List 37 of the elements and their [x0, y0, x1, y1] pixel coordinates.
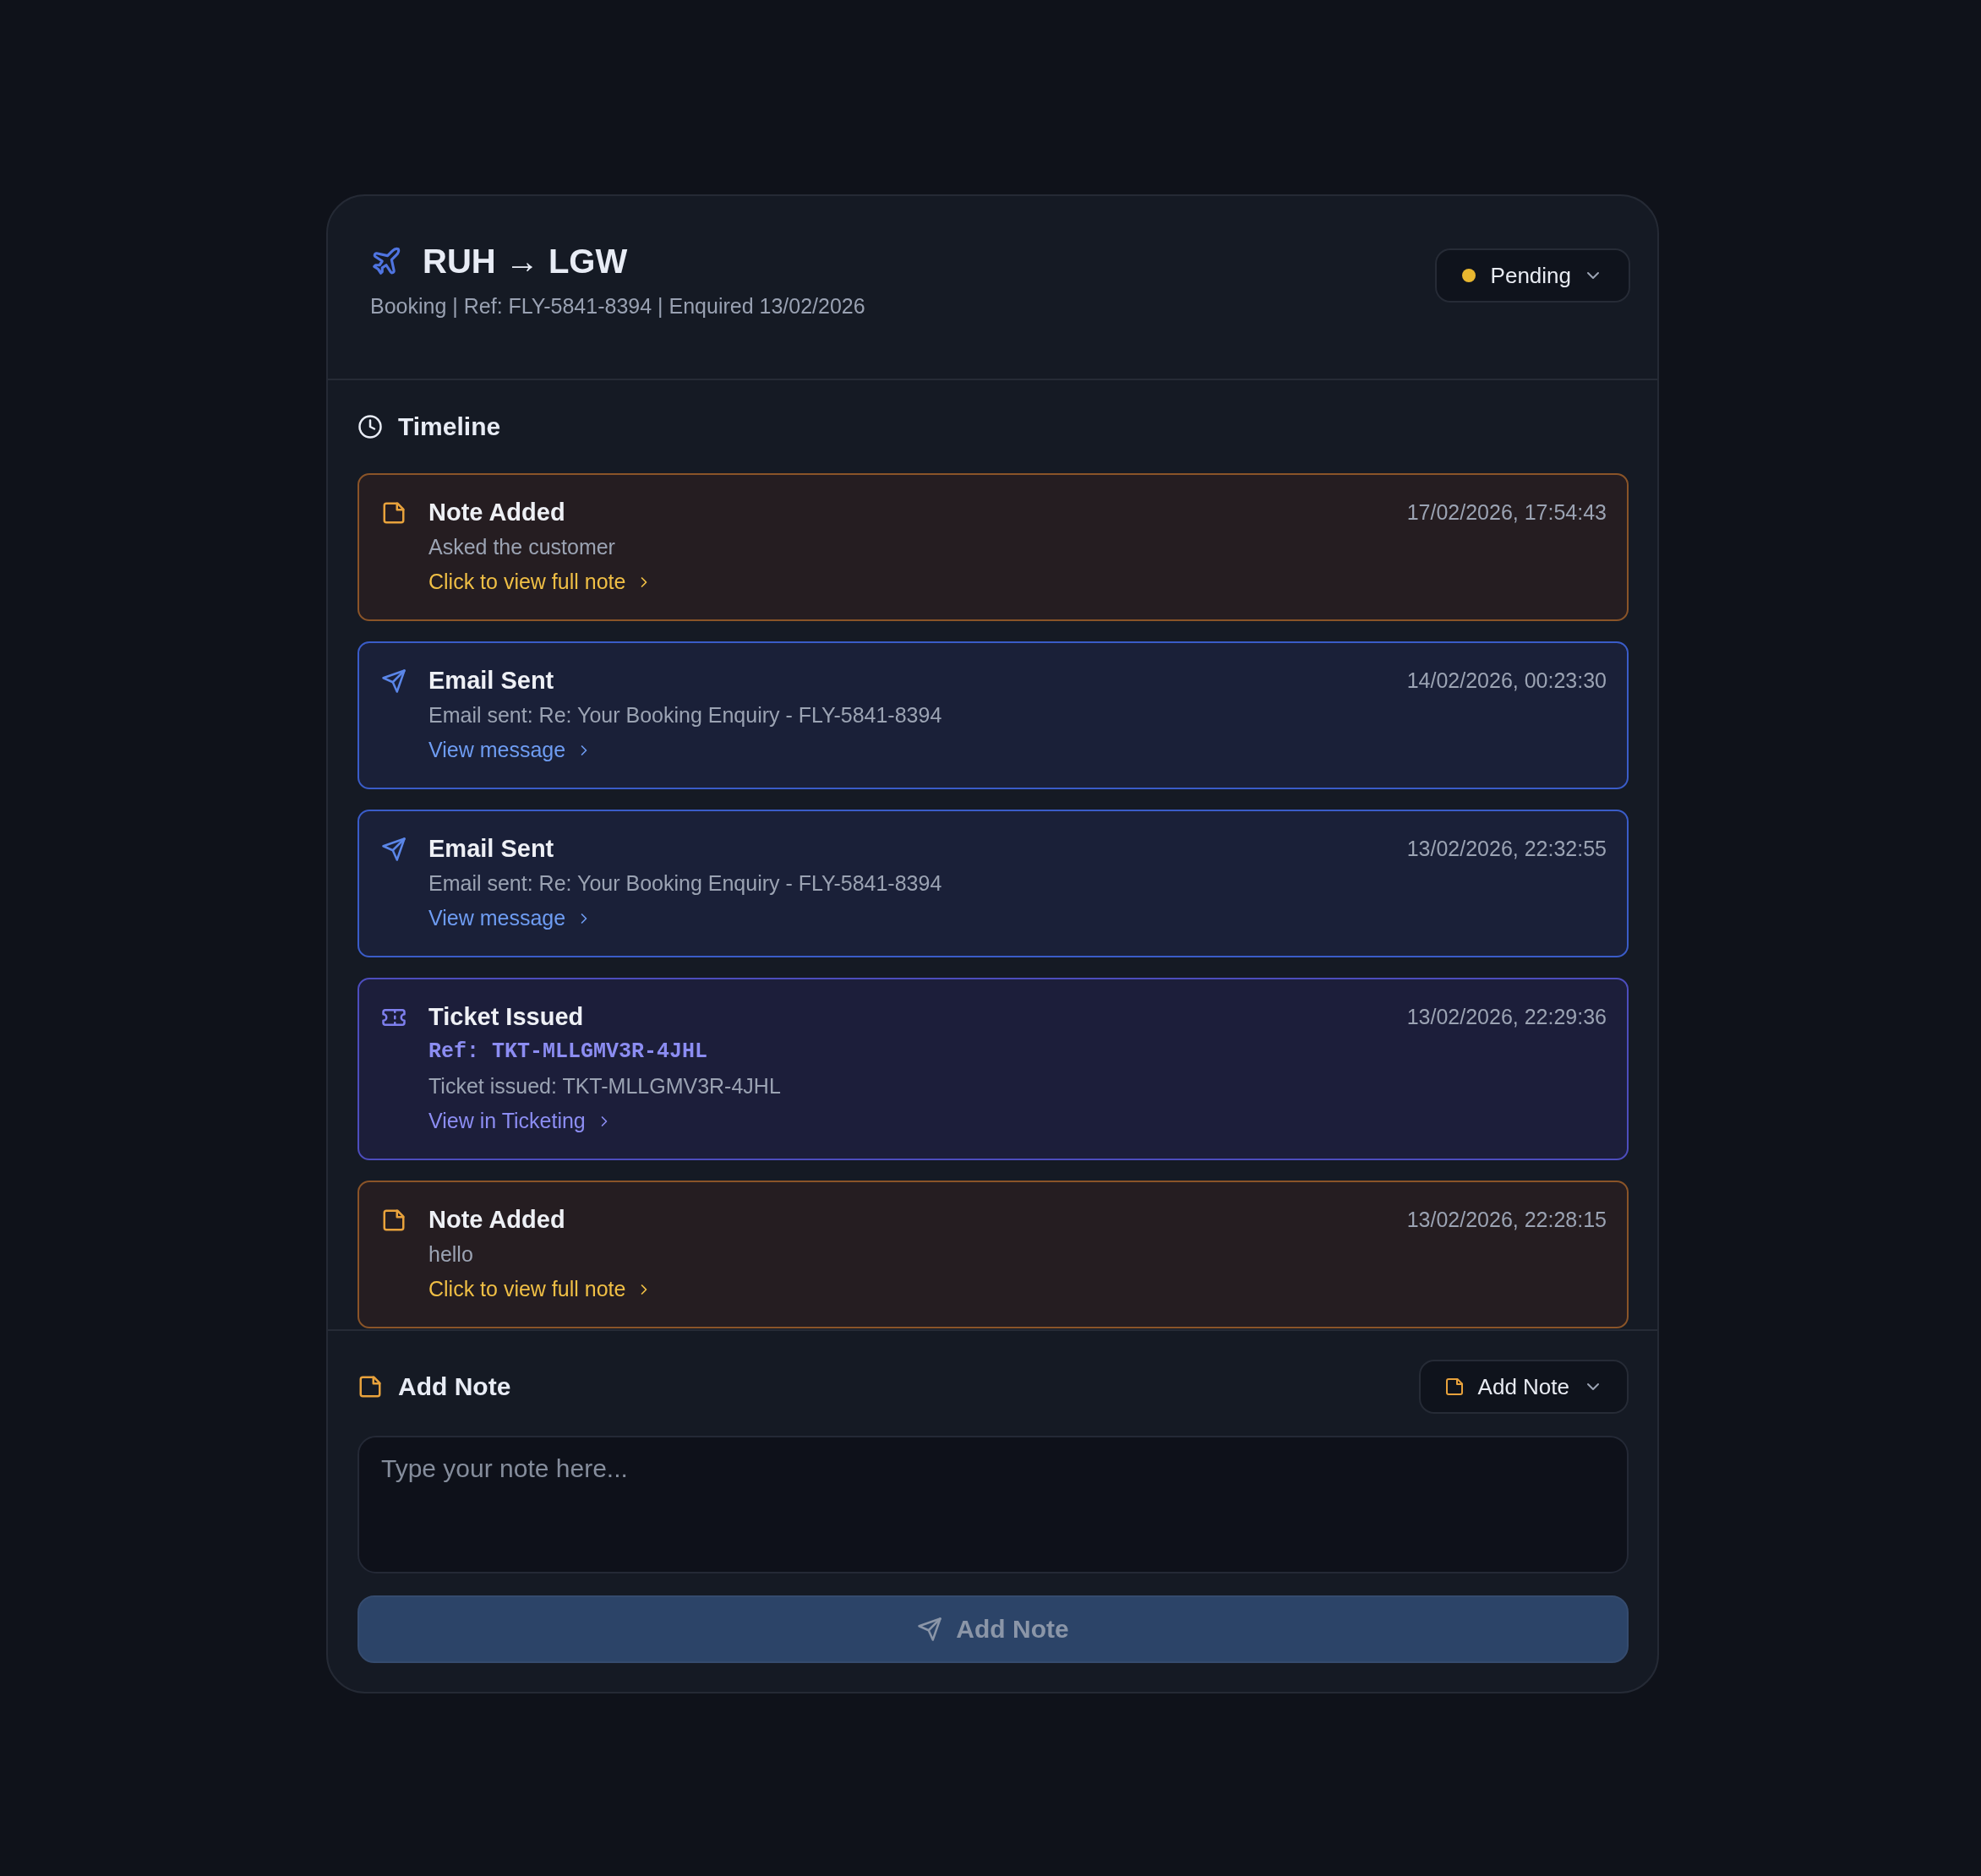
- plane-icon: [370, 245, 402, 277]
- status-dropdown[interactable]: Pending: [1434, 248, 1630, 303]
- send-icon: [381, 668, 407, 694]
- event-title: Email Sent: [428, 667, 554, 695]
- note-field[interactable]: Type your note here...: [357, 1436, 1629, 1573]
- clock-icon: [357, 414, 383, 439]
- note-icon: [381, 1208, 407, 1233]
- add-note-heading: Add Note: [398, 1372, 511, 1401]
- event-title: Note Added: [428, 1206, 565, 1234]
- event-text: Email sent: Re: Your Booking Enquiry - FLY-5841-8394: [428, 870, 942, 897]
- route-title: RUH → LGW: [423, 242, 628, 281]
- note-icon: [381, 500, 407, 526]
- event-link[interactable]: View message: [428, 733, 593, 767]
- booking-subtitle: Booking | Ref: FLY-5841-8394 | Enquired 13/02/2026: [370, 294, 865, 319]
- event-text: Email sent: Re: Your Booking Enquiry - FLY-5841-8394: [428, 702, 942, 728]
- event-time: 13/02/2026, 22:29:36: [1406, 1005, 1607, 1029]
- event-title: Email Sent: [428, 835, 554, 863]
- ticket-ref: Ref: TKT-MLLGMV3R-4JHL: [428, 1039, 708, 1066]
- event-title: Note Added: [428, 499, 565, 526]
- event-text: Asked the customer: [428, 534, 615, 560]
- event-text: Ticket issued: TKT-MLLGMV3R-4JHL: [428, 1073, 781, 1099]
- event-link[interactable]: Click to view full note: [428, 1272, 653, 1306]
- note-icon: [1443, 1377, 1465, 1397]
- event-time: 13/02/2026, 22:28:15: [1406, 1208, 1607, 1232]
- event-link[interactable]: View message: [428, 901, 593, 935]
- event-time: 17/02/2026, 17:54:43: [1406, 500, 1607, 525]
- event-text: hello: [428, 1241, 473, 1268]
- event-title: Ticket Issued: [428, 1003, 584, 1031]
- event-time: 14/02/2026, 00:23:30: [1406, 668, 1607, 693]
- event-time: 13/02/2026, 22:32:55: [1406, 837, 1607, 861]
- event-link[interactable]: Click to view full note: [428, 564, 653, 599]
- note-icon: [357, 1374, 383, 1399]
- send-icon: [381, 837, 407, 862]
- event-link[interactable]: View in Ticketing: [428, 1104, 613, 1138]
- send-icon: [917, 1617, 943, 1642]
- timeline-heading: Timeline: [398, 412, 501, 441]
- note-type-dropdown[interactable]: Add Note: [1418, 1360, 1629, 1414]
